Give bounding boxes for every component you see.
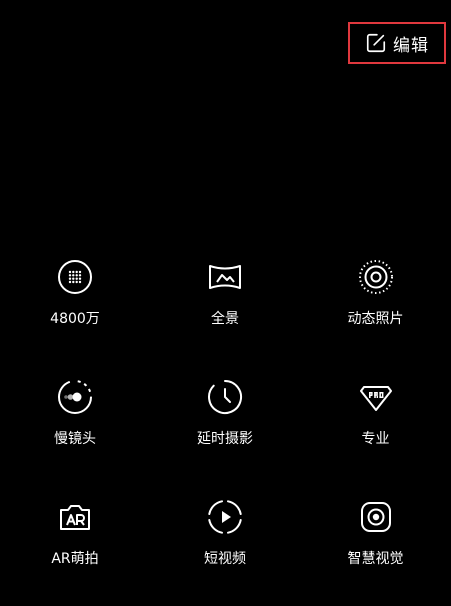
mode-live-photo[interactable]: 动态照片 [300,246,451,366]
live-photo-icon [357,258,395,296]
mode-label: 动态照片 [347,311,404,327]
ar-camera-icon [56,498,94,536]
grid-dots-icon [56,258,94,296]
mode-label: 4800万 [50,311,100,327]
mode-label: 延时摄影 [197,431,253,447]
mode-label: 智慧视觉 [347,551,404,567]
camera-modes-grid: 4800万 全景 动态照片 慢镜头 延时摄影 专业 AR萌拍 短视频 智慧视觉 [0,246,451,586]
mode-label: 慢镜头 [54,431,96,447]
mode-label: 短视频 [204,551,246,567]
mode-48mp[interactable]: 4800万 [0,246,150,366]
edit-label: 编辑 [393,35,429,56]
mode-smart-vision[interactable]: 智慧视觉 [300,486,451,606]
timelapse-icon [206,378,244,416]
mode-pro[interactable]: 专业 [300,366,451,486]
mode-slow-motion[interactable]: 慢镜头 [0,366,150,486]
mode-label: 专业 [361,431,390,447]
edit-button[interactable]: 编辑 [348,22,446,64]
mode-ar-cute-shot[interactable]: AR萌拍 [0,486,150,606]
mode-timelapse[interactable]: 延时摄影 [150,366,300,486]
short-video-icon [206,498,244,536]
mode-short-video[interactable]: 短视频 [150,486,300,606]
pro-badge-icon [357,378,395,416]
edit-icon [365,32,387,54]
smart-vision-icon [357,498,395,536]
slow-motion-icon [56,378,94,416]
mode-label: AR萌拍 [51,551,99,567]
panorama-icon [206,258,244,296]
mode-panorama[interactable]: 全景 [150,246,300,366]
mode-label: 全景 [211,311,239,327]
